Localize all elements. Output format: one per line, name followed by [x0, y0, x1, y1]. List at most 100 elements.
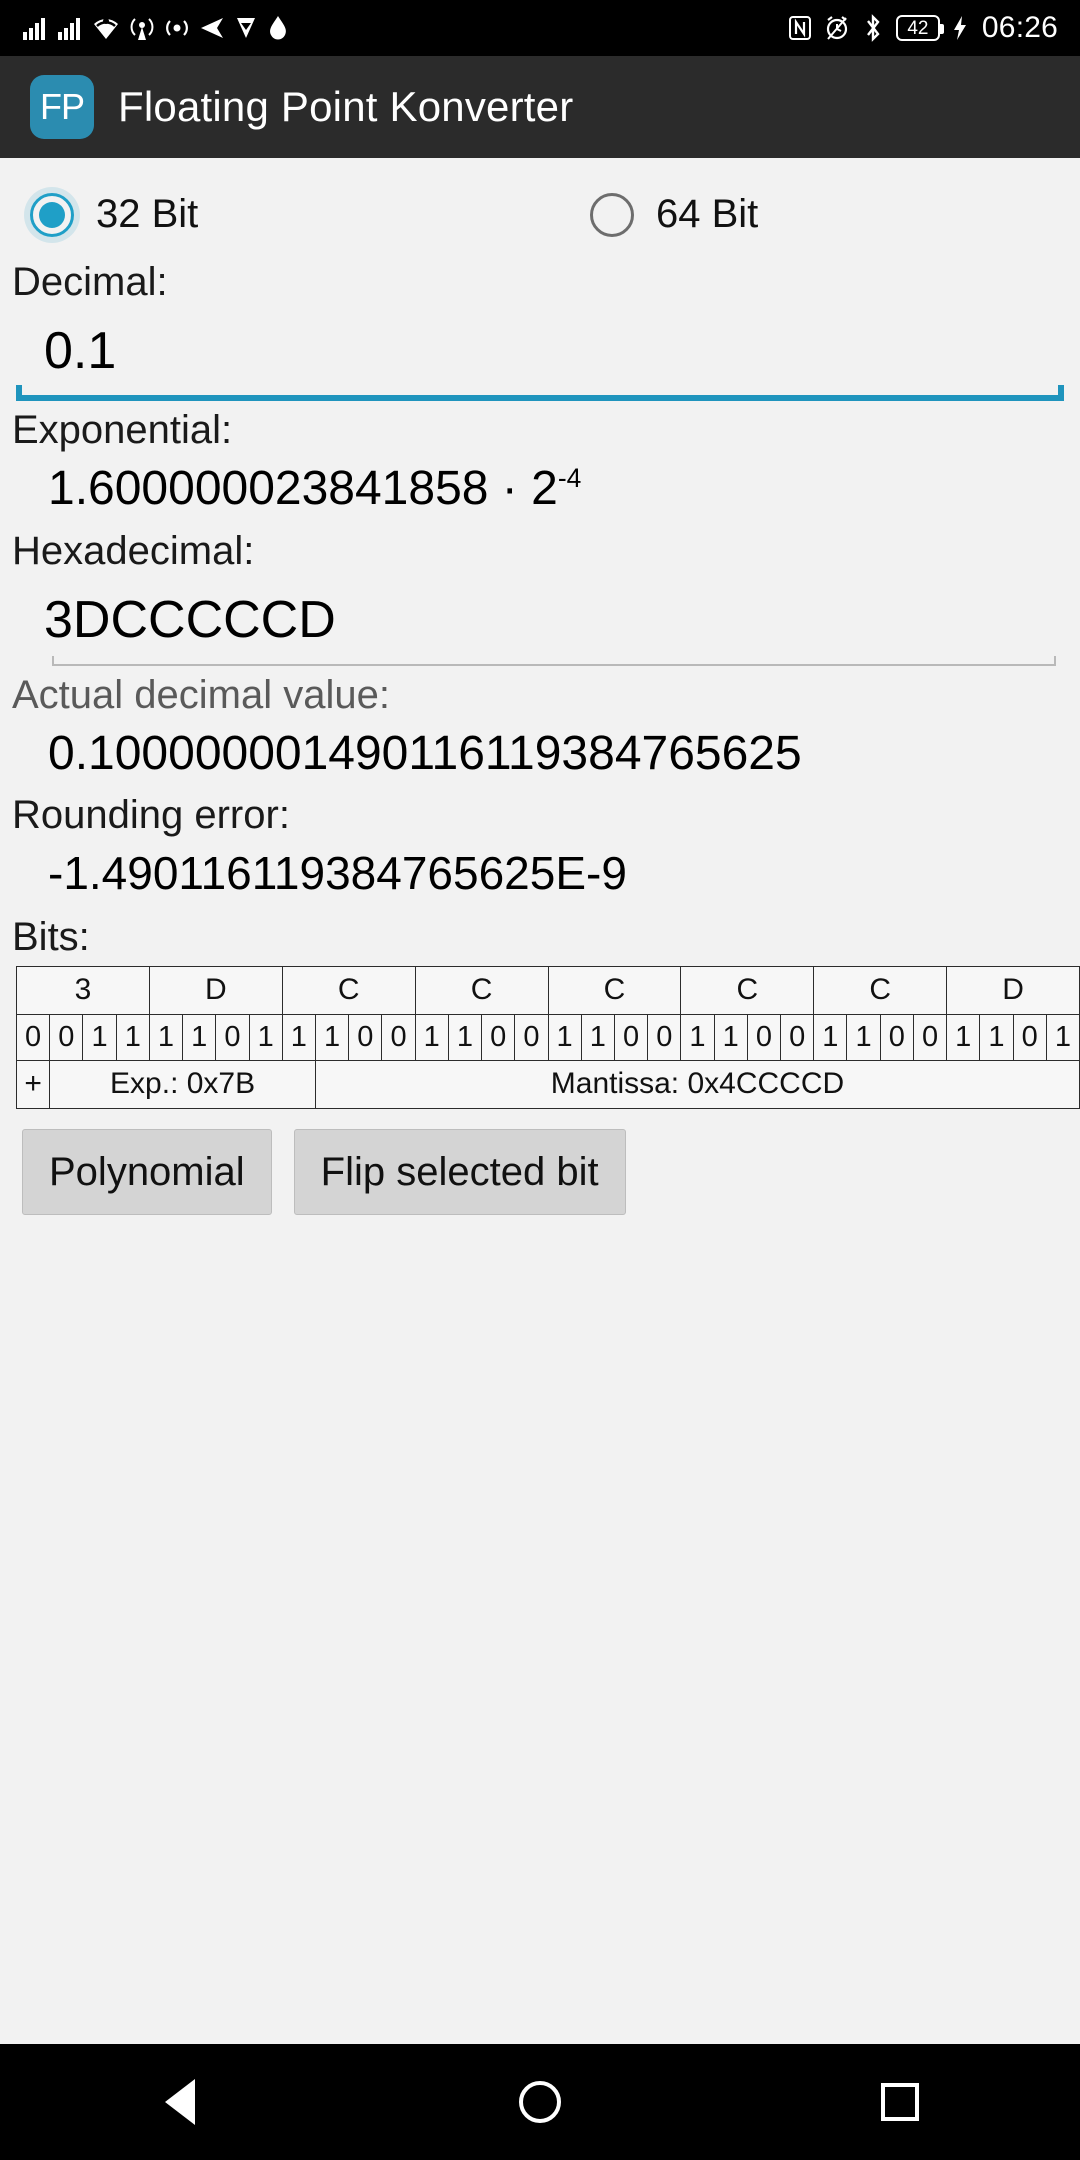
bit-cell[interactable]: 1 — [414, 1013, 449, 1061]
hexadecimal-input-underline — [52, 655, 1056, 666]
bit-cell[interactable]: 1 — [281, 1013, 316, 1061]
radio-option-64bit[interactable]: 64 Bit — [590, 192, 758, 237]
bits-table: 3DCCCCCD 0011110111001100110011001100110… — [15, 965, 1080, 1109]
bit-cell[interactable]: 1 — [680, 1013, 715, 1061]
bit-cell[interactable]: 0 — [780, 1013, 815, 1061]
bit-cell[interactable]: 1 — [314, 1013, 350, 1061]
charging-bolt-icon — [952, 15, 968, 41]
radio-label-64bit: 64 Bit — [656, 192, 759, 236]
decimal-label: Decimal: — [12, 260, 168, 304]
precision-radio-group: 32 Bit 64 Bit — [8, 158, 1072, 253]
status-bar-left-icons — [22, 15, 289, 41]
system-navigation-bar — [0, 2044, 1080, 2160]
cell-tower-icon — [129, 15, 155, 41]
bit-cell[interactable]: 1 — [547, 1013, 582, 1061]
status-bar-clock: 06:26 — [981, 11, 1058, 44]
bit-cell[interactable]: 1 — [813, 1013, 848, 1061]
bits-hex-cell: D — [148, 965, 283, 1015]
app-logo: FP — [30, 75, 94, 139]
action-button-row: Polynomial Flip selected bit — [8, 1109, 1072, 1215]
battery-indicator: 42 — [895, 15, 944, 41]
bits-hex-cell: C — [680, 965, 815, 1015]
wifi-icon — [92, 15, 120, 41]
bit-cell[interactable]: 0 — [15, 1013, 51, 1061]
actual-decimal-label: Actual decimal value: — [12, 672, 390, 717]
bit-cell[interactable]: 1 — [979, 1013, 1014, 1061]
radio-label-32bit: 32 Bit — [96, 192, 199, 236]
app-title: Floating Point Konverter — [118, 83, 574, 130]
bit-cell[interactable]: 0 — [348, 1013, 383, 1061]
app-bar: FP Floating Point Konverter — [0, 56, 1080, 158]
bit-cell[interactable]: 0 — [381, 1013, 416, 1061]
bit-cell[interactable]: 0 — [912, 1013, 948, 1061]
signal-bars-icon — [57, 15, 83, 41]
bit-cell[interactable]: 1 — [248, 1013, 283, 1061]
bit-cell[interactable]: 1 — [182, 1013, 217, 1061]
bit-cell[interactable]: 1 — [82, 1013, 117, 1061]
decimal-input[interactable]: 0.1 — [16, 305, 1064, 395]
diamond-icon — [267, 15, 289, 41]
rounding-error-value: -1.490116119384765625E-9 — [48, 847, 627, 900]
bluetooth-icon — [862, 14, 884, 42]
bits-exponent-cell: Exp.: 0x7B — [49, 1059, 316, 1109]
send-arrow-icon — [199, 16, 225, 40]
bits-field-row: + Exp.: 0x7B Mantissa: 0x4CCCCD — [15, 1059, 1080, 1109]
bits-hex-cell: D — [946, 965, 1080, 1015]
bits-binary-row: 00111101110011001100110011001101 — [15, 1013, 1080, 1061]
status-bar-right-icons: 42 06:26 — [788, 11, 1058, 45]
exponential-label: Exponential: — [12, 408, 233, 452]
bit-cell[interactable]: 1 — [447, 1013, 483, 1061]
bit-cell[interactable]: 1 — [115, 1013, 150, 1061]
bit-cell[interactable]: 0 — [481, 1013, 516, 1061]
bit-cell[interactable]: 1 — [846, 1013, 881, 1061]
decimal-input-underline — [16, 385, 1064, 401]
bit-cell[interactable]: 0 — [879, 1013, 914, 1061]
bit-cell[interactable]: 0 — [746, 1013, 782, 1061]
bits-hex-cell: 3 — [16, 965, 150, 1015]
battery-level: 42 — [907, 17, 929, 39]
flip-selected-bit-button[interactable]: Flip selected bit — [293, 1128, 626, 1215]
exponential-value: 1.600000023841858 · 2-4 — [8, 453, 1072, 522]
check-badge-icon — [234, 16, 258, 40]
bit-cell[interactable]: 0 — [514, 1013, 549, 1061]
home-circle-icon[interactable] — [480, 2081, 600, 2123]
bits-label: Bits: — [12, 914, 90, 959]
bit-cell[interactable]: 1 — [580, 1013, 615, 1061]
bit-cell[interactable]: 1 — [1045, 1013, 1080, 1061]
bit-cell[interactable]: 1 — [713, 1013, 748, 1061]
decimal-input-wrap[interactable]: 0.1 — [8, 305, 1072, 401]
hexadecimal-input-wrap[interactable]: 3DCCCCCD — [8, 574, 1072, 666]
bits-hex-cell: C — [813, 965, 948, 1015]
bits-mantissa-cell: Mantissa: 0x4CCCCD — [314, 1059, 1080, 1109]
exponential-exponent: -4 — [557, 463, 582, 493]
bits-hex-row: 3DCCCCCD — [16, 965, 1080, 1015]
bits-sign-cell: + — [15, 1059, 51, 1109]
bit-cell[interactable]: 0 — [215, 1013, 250, 1061]
bits-hex-cell: C — [281, 965, 416, 1015]
hexadecimal-label: Hexadecimal: — [12, 528, 255, 573]
bits-hex-cell: C — [547, 965, 682, 1015]
actual-decimal-value: 0.100000001490116119384765625 — [48, 726, 802, 780]
broadcast-icon — [164, 16, 190, 40]
bit-cell[interactable]: 0 — [647, 1013, 682, 1061]
exponential-mantissa: 1.600000023841858 · 2 — [48, 462, 558, 515]
signal-bars-icon — [22, 15, 48, 41]
bit-cell[interactable]: 1 — [148, 1013, 184, 1061]
recent-square-icon[interactable] — [840, 2083, 960, 2121]
alarm-icon — [824, 15, 850, 41]
radio-button-icon[interactable] — [590, 192, 634, 237]
main-content: 32 Bit 64 Bit Decimal: 0.1 Exponential: … — [0, 158, 1080, 2044]
radio-option-32bit[interactable]: 32 Bit — [30, 192, 590, 237]
bits-hex-cell: C — [414, 965, 549, 1015]
phone-screen: 42 06:26 FP Floating Point Konverter 32 … — [0, 0, 1080, 2160]
bit-cell[interactable]: 1 — [946, 1013, 981, 1061]
radio-button-icon[interactable] — [30, 192, 74, 237]
bit-cell[interactable]: 0 — [1012, 1013, 1047, 1061]
status-bar: 42 06:26 — [0, 0, 1080, 56]
bit-cell[interactable]: 0 — [613, 1013, 649, 1061]
bit-cell[interactable]: 0 — [49, 1013, 84, 1061]
polynomial-button[interactable]: Polynomial — [22, 1128, 272, 1215]
rounding-error-label: Rounding error: — [12, 793, 290, 838]
back-triangle-icon[interactable] — [120, 2079, 240, 2125]
hexadecimal-input[interactable]: 3DCCCCCD — [16, 574, 1064, 664]
